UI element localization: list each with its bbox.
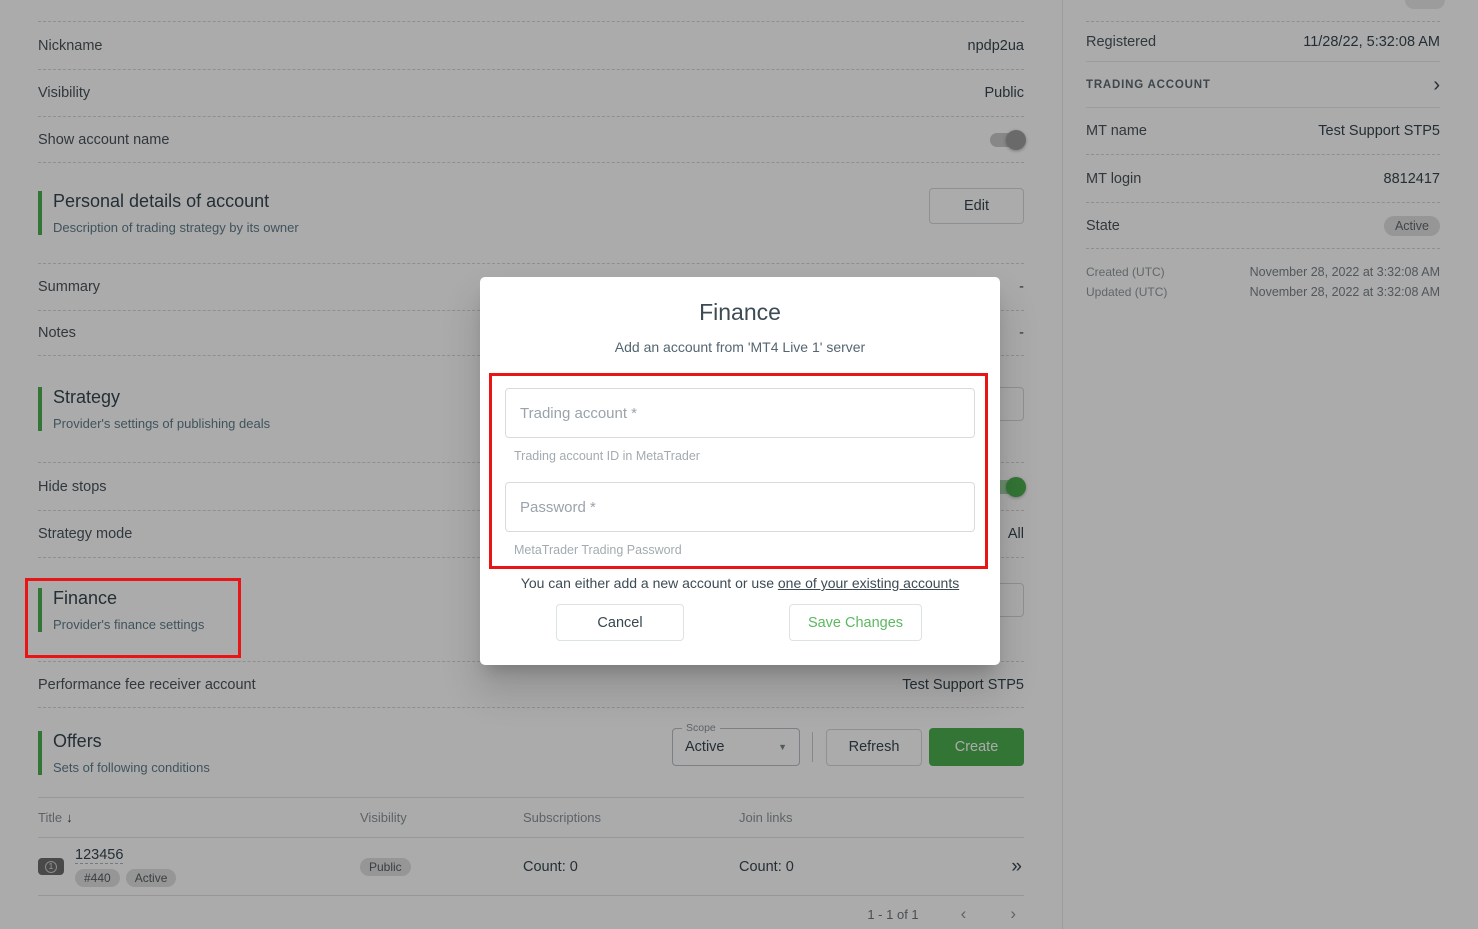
modal-title: Finance <box>480 299 1000 326</box>
save-changes-button[interactable]: Save Changes <box>789 604 922 641</box>
existing-accounts-link[interactable]: one of your existing accounts <box>778 575 959 591</box>
trading-account-helper: Trading account ID in MetaTrader <box>514 449 700 463</box>
cancel-button[interactable]: Cancel <box>556 604 684 641</box>
finance-modal: Finance Add an account from 'MT4 Live 1'… <box>480 277 1000 665</box>
provider-settings-page: Nickname npdp2ua Visibility Public Show … <box>0 0 1478 929</box>
hint-text: You can either add a new account or use <box>521 575 774 591</box>
password-input[interactable] <box>505 482 975 532</box>
modal-subtitle: Add an account from 'MT4 Live 1' server <box>480 339 1000 355</box>
modal-hint: You can either add a new account or use … <box>480 575 1000 591</box>
password-helper: MetaTrader Trading Password <box>514 543 682 557</box>
trading-account-input[interactable] <box>505 388 975 438</box>
